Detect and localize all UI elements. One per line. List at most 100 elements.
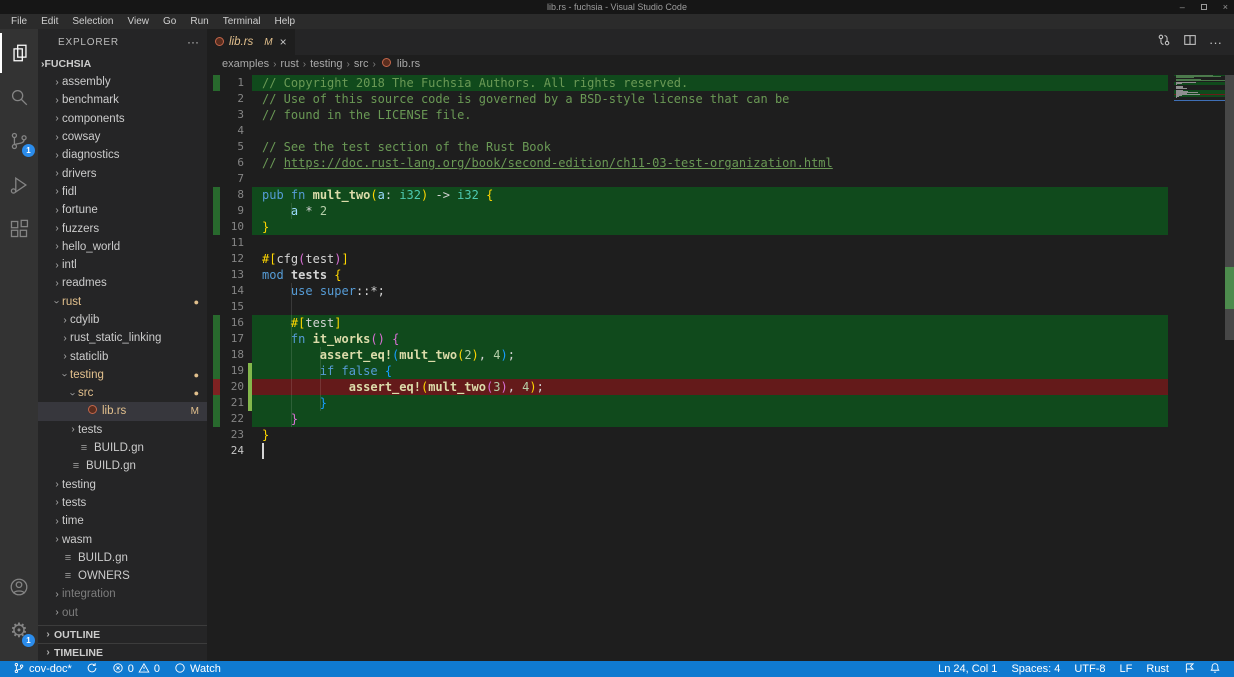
- tree-item-readmes[interactable]: ›readmes: [38, 274, 207, 292]
- code-line-17[interactable]: 17 fn it_works() {: [207, 331, 1234, 347]
- tree-item-rust[interactable]: ›rust●: [38, 293, 207, 311]
- breadcrumb-item-rust[interactable]: rust: [280, 58, 298, 70]
- breadcrumb-item-lib-rs[interactable]: lib.rs: [397, 58, 420, 70]
- code-text[interactable]: pub fn mult_two(a: i32) -> i32 {: [252, 187, 1168, 203]
- maximize-icon[interactable]: [1201, 4, 1207, 10]
- code-text[interactable]: use super::*;: [252, 283, 1168, 299]
- code-line-24[interactable]: 24: [207, 443, 1234, 459]
- code-text[interactable]: // Use of this source code is governed b…: [252, 91, 1168, 107]
- line-number[interactable]: 12: [220, 251, 244, 267]
- close-window-icon[interactable]: ×: [1223, 0, 1228, 14]
- minimize-icon[interactable]: –: [1180, 0, 1185, 14]
- code-line-6[interactable]: 6// https://doc.rust-lang.org/book/secon…: [207, 155, 1234, 171]
- code-text[interactable]: [252, 443, 1168, 459]
- code-line-14[interactable]: 14 use super::*;: [207, 283, 1234, 299]
- run-debug-icon[interactable]: [0, 165, 38, 205]
- code-text[interactable]: fn it_works() {: [252, 331, 1168, 347]
- open-changes-icon[interactable]: [1157, 33, 1171, 52]
- status-item-utf-8[interactable]: UTF-8: [1069, 661, 1110, 677]
- tree-item-staticlib[interactable]: ›staticlib: [38, 347, 207, 365]
- split-editor-icon[interactable]: [1183, 33, 1197, 52]
- code-text[interactable]: assert_eq!(mult_two(2), 4);: [252, 347, 1168, 363]
- tree-item-benchmark[interactable]: ›benchmark: [38, 91, 207, 109]
- tree-item-lib-rs[interactable]: lib.rsM: [38, 402, 207, 420]
- code-line-9[interactable]: 9 a * 2: [207, 203, 1234, 219]
- tree-item-fortune[interactable]: ›fortune: [38, 201, 207, 219]
- status-item-branch[interactable]: cov-doc*: [8, 661, 77, 677]
- explorer-icon[interactable]: [0, 33, 38, 73]
- menu-selection[interactable]: Selection: [65, 14, 120, 29]
- code-line-21[interactable]: 21 }: [207, 395, 1234, 411]
- tree-item-cowsay[interactable]: ›cowsay: [38, 128, 207, 146]
- outline-panel[interactable]: › OUTLINE: [38, 625, 207, 643]
- tree-item-cdylib[interactable]: ›cdylib: [38, 311, 207, 329]
- code-text[interactable]: #[test]: [252, 315, 1168, 331]
- code-line-8[interactable]: 8pub fn mult_two(a: i32) -> i32 {: [207, 187, 1234, 203]
- line-number[interactable]: 24: [220, 443, 244, 459]
- code-line-23[interactable]: 23}: [207, 427, 1234, 443]
- line-number[interactable]: 9: [220, 203, 244, 219]
- code-text[interactable]: // Copyright 2018 The Fuchsia Authors. A…: [252, 75, 1168, 91]
- menu-help[interactable]: Help: [268, 14, 303, 29]
- tree-item-hello-world[interactable]: ›hello_world: [38, 238, 207, 256]
- code-text[interactable]: #[cfg(test)]: [252, 251, 1168, 267]
- line-number[interactable]: 7: [220, 171, 244, 187]
- breadcrumb-item-examples[interactable]: examples: [222, 58, 269, 70]
- tree-item-components[interactable]: ›components: [38, 110, 207, 128]
- status-item-spaces-4[interactable]: Spaces: 4: [1006, 661, 1065, 677]
- menu-run[interactable]: Run: [183, 14, 215, 29]
- status-item-ln-24-col-1[interactable]: Ln 24, Col 1: [933, 661, 1002, 677]
- status-item-feedback[interactable]: [1178, 661, 1200, 677]
- line-number[interactable]: 23: [220, 427, 244, 443]
- code-text[interactable]: mod tests {: [252, 267, 1168, 283]
- menu-file[interactable]: File: [4, 14, 34, 29]
- code-line-22[interactable]: 22 }: [207, 411, 1234, 427]
- tree-item-intl[interactable]: ›intl: [38, 256, 207, 274]
- tree-item-assembly[interactable]: ›assembly: [38, 73, 207, 91]
- tree-item-diagnostics[interactable]: ›diagnostics: [38, 146, 207, 164]
- line-number[interactable]: 1: [220, 75, 244, 91]
- line-number[interactable]: 11: [220, 235, 244, 251]
- line-number[interactable]: 5: [220, 139, 244, 155]
- explorer-more-actions-icon[interactable]: ···: [187, 35, 199, 49]
- menu-go[interactable]: Go: [156, 14, 183, 29]
- tree-item-drivers[interactable]: ›drivers: [38, 164, 207, 182]
- tree-item-integration[interactable]: ›integration: [38, 585, 207, 603]
- menu-view[interactable]: View: [121, 14, 157, 29]
- code-line-15[interactable]: 15: [207, 299, 1234, 315]
- timeline-panel[interactable]: › TIMELINE: [38, 643, 207, 661]
- search-icon[interactable]: [0, 77, 38, 117]
- code-text[interactable]: // found in the LICENSE file.: [252, 107, 1168, 123]
- menu-edit[interactable]: Edit: [34, 14, 65, 29]
- line-number[interactable]: 16: [220, 315, 244, 331]
- code-text[interactable]: }: [252, 411, 1168, 427]
- code-line-7[interactable]: 7: [207, 171, 1234, 187]
- line-number[interactable]: 15: [220, 299, 244, 315]
- minimap[interactable]: [1172, 73, 1225, 661]
- code-line-11[interactable]: 11: [207, 235, 1234, 251]
- code-line-19[interactable]: 19 if false {: [207, 363, 1234, 379]
- tree-item-wasm[interactable]: ›wasm: [38, 530, 207, 548]
- line-number[interactable]: 13: [220, 267, 244, 283]
- tree-item-tests[interactable]: ›tests: [38, 421, 207, 439]
- code-line-5[interactable]: 5 // See the test section of the Rust Boo…: [207, 139, 1234, 155]
- line-number[interactable]: 6: [220, 155, 244, 171]
- scrollbar[interactable]: [1225, 73, 1234, 661]
- status-item-sync[interactable]: [81, 661, 103, 677]
- line-number[interactable]: 3: [220, 107, 244, 123]
- tree-item-testing[interactable]: ›testing: [38, 476, 207, 494]
- code-text[interactable]: // See the test section of the Rust Book: [252, 139, 1168, 155]
- status-item-error[interactable]: 00: [107, 661, 165, 677]
- line-number[interactable]: 14: [220, 283, 244, 299]
- tree-item-rust-static-linking[interactable]: ›rust_static_linking: [38, 329, 207, 347]
- code-line-13[interactable]: 13 mod tests {: [207, 267, 1234, 283]
- code-editor[interactable]: 1 // Copyright 2018 The Fuchsia Authors. …: [207, 73, 1234, 661]
- editor-more-actions-icon[interactable]: ···: [1209, 35, 1222, 50]
- code-line-16[interactable]: 16 #[test]: [207, 315, 1234, 331]
- line-number[interactable]: 22: [220, 411, 244, 427]
- code-line-10[interactable]: 10}: [207, 219, 1234, 235]
- code-text[interactable]: if false {: [252, 363, 1168, 379]
- status-item-lf[interactable]: LF: [1115, 661, 1138, 677]
- code-line-1[interactable]: 1 // Copyright 2018 The Fuchsia Authors. …: [207, 75, 1234, 91]
- code-line-4[interactable]: 4: [207, 123, 1234, 139]
